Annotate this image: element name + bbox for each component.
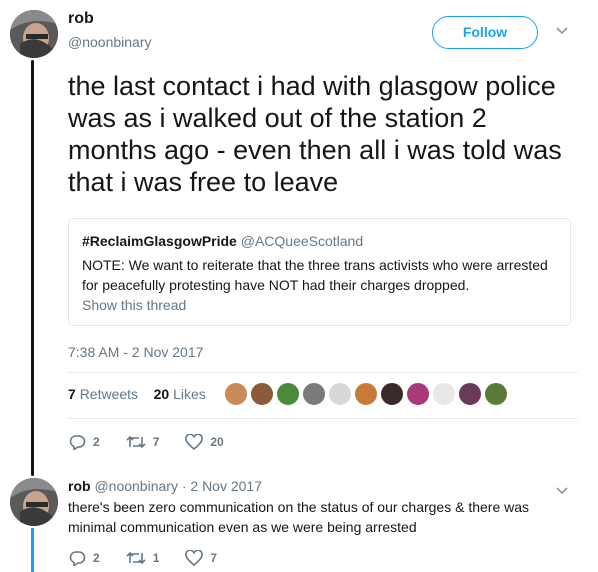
- liker-avatar[interactable]: [380, 382, 404, 406]
- quoted-author-name: #ReclaimGlasgowPride: [82, 233, 237, 249]
- liker-avatar[interactable]: [406, 382, 430, 406]
- chevron-down-icon[interactable]: [556, 24, 568, 38]
- quoted-tweet-header: #ReclaimGlasgowPride @ACQueeScotland: [82, 233, 363, 249]
- reply-author-handle[interactable]: @noonbinary: [94, 478, 178, 494]
- follow-button[interactable]: Follow: [432, 16, 538, 49]
- reply-text: there's been zero communication on the s…: [68, 499, 530, 535]
- reply-count: 2: [93, 435, 100, 449]
- reply-date[interactable]: · 2 Nov 2017: [182, 478, 262, 494]
- retweet-count: 1: [152, 551, 160, 565]
- retweet-icon: [126, 435, 146, 449]
- likes-label: Likes: [173, 386, 206, 402]
- like-count: 20: [210, 435, 224, 449]
- liker-avatar[interactable]: [276, 382, 300, 406]
- avatar[interactable]: [10, 478, 58, 526]
- retweet-button[interactable]: 1: [126, 550, 160, 566]
- reply-button[interactable]: 2: [68, 550, 100, 566]
- divider: [68, 372, 578, 373]
- liker-avatar[interactable]: [328, 382, 352, 406]
- tweet-stats: 7 Retweets 20 Likes: [68, 386, 206, 402]
- liker-avatar[interactable]: [432, 382, 456, 406]
- reply-header: rob @noonbinary · 2 Nov 2017: [68, 478, 262, 494]
- retweet-icon: [126, 551, 146, 565]
- thread-connector-line-reply: [31, 528, 34, 572]
- reply-count: 2: [93, 551, 100, 565]
- chevron-down-icon[interactable]: [556, 484, 568, 498]
- like-button[interactable]: 20: [185, 434, 224, 450]
- tweet-actions: 2 7 20: [68, 434, 250, 450]
- quoted-tweet-text: NOTE: We want to reiterate that the thre…: [82, 257, 548, 293]
- reply-author-name[interactable]: rob: [68, 478, 91, 494]
- like-button[interactable]: 7: [185, 550, 217, 566]
- liker-avatar[interactable]: [484, 382, 508, 406]
- tweet-text: the last contact i had with glasgow poli…: [68, 71, 562, 197]
- author-name[interactable]: rob: [68, 10, 94, 28]
- liker-avatar[interactable]: [354, 382, 378, 406]
- tweet-timestamp[interactable]: 7:38 AM - 2 Nov 2017: [68, 344, 203, 360]
- author-handle[interactable]: @noonbinary: [68, 34, 152, 50]
- show-thread-link[interactable]: Show this thread: [82, 297, 186, 313]
- retweet-count: 7: [152, 435, 160, 449]
- likes-count: 20: [153, 386, 170, 402]
- quoted-author-handle: @ACQueeScotland: [240, 233, 364, 249]
- liker-avatar[interactable]: [458, 382, 482, 406]
- reply-actions: 2 1 7: [68, 550, 243, 566]
- retweet-button[interactable]: 7: [126, 434, 160, 450]
- divider: [68, 418, 578, 419]
- heart-icon: [185, 434, 204, 450]
- retweets-stat[interactable]: 7 Retweets: [68, 386, 138, 402]
- heart-icon: [185, 550, 204, 566]
- likes-stat[interactable]: 20 Likes: [154, 386, 206, 402]
- avatar[interactable]: [10, 10, 58, 58]
- reply-button[interactable]: 2: [68, 434, 100, 450]
- liker-avatars: [224, 382, 510, 406]
- reply-icon: [69, 435, 86, 450]
- like-count: 7: [210, 551, 218, 565]
- thread-connector-line: [31, 60, 34, 476]
- liker-avatar[interactable]: [302, 382, 326, 406]
- reply-icon: [69, 551, 86, 566]
- liker-avatar[interactable]: [224, 382, 248, 406]
- quoted-tweet[interactable]: #ReclaimGlasgowPride @ACQueeScotland NOT…: [68, 218, 571, 326]
- liker-avatar[interactable]: [250, 382, 274, 406]
- retweets-label: Retweets: [79, 386, 139, 402]
- retweets-count: 7: [68, 386, 76, 402]
